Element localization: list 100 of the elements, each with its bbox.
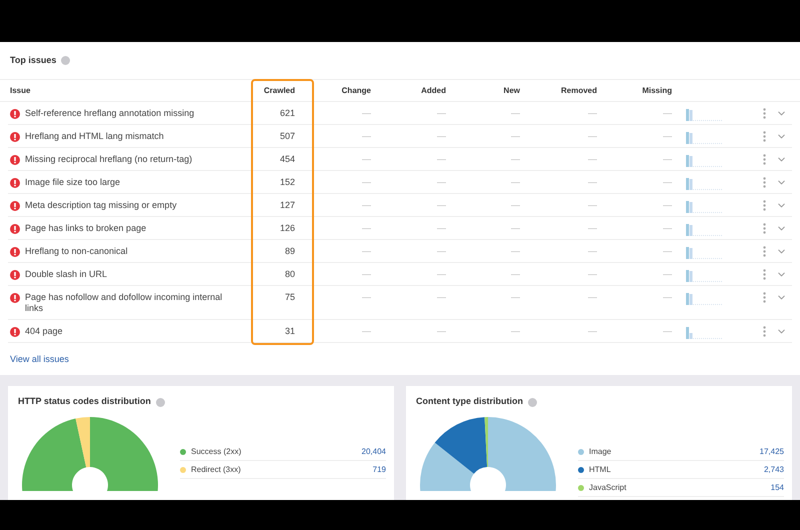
sparkline-drawing [686, 200, 723, 213]
more-options-icon[interactable] [763, 246, 766, 257]
legend-label: Image [589, 446, 612, 458]
more-options-icon[interactable] [763, 200, 766, 211]
table-cell-text: — [662, 108, 672, 119]
table-cell-text: — [587, 177, 597, 188]
issue-link[interactable]: Meta description tag missing or empty [25, 200, 230, 211]
table-cell-text: — [587, 246, 597, 257]
sparkline-drawing [686, 223, 723, 236]
sparkline-drawing [686, 108, 723, 121]
crawled-count: 75 [284, 292, 296, 303]
issue-link[interactable]: Missing reciprocal hreflang (no return-tag) [25, 154, 230, 165]
crawled-count: 127 [278, 200, 296, 211]
view-all-issues-link[interactable]: View all issues [10, 354, 69, 364]
table-cell-text: — [510, 246, 520, 257]
legend-value[interactable]: 719 [372, 464, 386, 476]
column-header[interactable]: Issue [0, 84, 251, 96]
table-cell-text: — [361, 131, 371, 142]
card-title: Content type distribution [416, 395, 523, 408]
alert-icon [10, 155, 20, 165]
table-cell-text: — [587, 131, 597, 142]
legend-label: HTML [589, 464, 612, 476]
column-header[interactable]: Crawled [251, 84, 314, 96]
crawled-count: 80 [284, 269, 296, 280]
table-cell-text: — [361, 326, 371, 337]
crawled-count: 621 [278, 108, 296, 119]
sparkline-drawing [686, 154, 723, 167]
table-cell-text: — [361, 246, 371, 257]
crawled-count: 31 [284, 326, 296, 337]
card-title: Top issues [10, 54, 56, 67]
table-cell-text: — [662, 326, 672, 337]
issue-link[interactable]: 404 page [25, 326, 230, 337]
column-header[interactable]: Missing [597, 84, 672, 96]
sparkline-drawing [686, 246, 723, 259]
table-cell-text: — [436, 108, 446, 119]
sparkline-drawing [686, 326, 723, 339]
issue-link[interactable]: Page has nofollow and dofollow incoming internal links [25, 292, 230, 314]
table-cell-text: — [436, 200, 446, 211]
table-cell-text: — [436, 292, 446, 303]
crawled-count: 89 [284, 246, 296, 257]
crawled-count: 454 [278, 154, 296, 165]
crawled-count: 126 [278, 223, 296, 234]
table-cell-text: — [510, 269, 520, 280]
issue-link[interactable]: Hreflang to non-canonical [25, 246, 230, 257]
more-options-icon[interactable] [763, 177, 766, 188]
column-header[interactable]: New [446, 84, 520, 96]
help-icon[interactable] [61, 56, 70, 65]
issue-link[interactable]: Hreflang and HTML lang mismatch [25, 131, 230, 142]
help-icon[interactable] [156, 398, 165, 406]
legend-value[interactable]: 154 [770, 482, 784, 494]
table-cell-text: — [436, 154, 446, 165]
table-cell-text: — [662, 292, 672, 303]
table-cell-text: — [510, 108, 520, 119]
legend-label: Redirect (3xx) [191, 464, 242, 476]
table-cell-text: — [510, 292, 520, 303]
column-header[interactable]: Change [314, 84, 371, 96]
table-cell-text: — [510, 177, 520, 188]
legend-value[interactable]: 2,743 [764, 464, 784, 476]
table-cell-text: — [436, 269, 446, 280]
more-options-icon[interactable] [763, 154, 766, 165]
table-cell-text: — [436, 326, 446, 337]
alert-icon [10, 270, 20, 280]
more-options-icon[interactable] [763, 108, 766, 119]
table-cell-text: — [587, 223, 597, 234]
table-cell-text: — [361, 223, 371, 234]
alert-icon [10, 132, 20, 142]
help-icon[interactable] [528, 398, 537, 406]
table-cell-text: — [436, 223, 446, 234]
legend-value[interactable]: 20,404 [362, 446, 386, 458]
more-options-icon[interactable] [763, 131, 766, 142]
column-header[interactable]: Added [371, 84, 446, 96]
table-cell-text: — [436, 246, 446, 257]
table-cell-text: — [662, 177, 672, 188]
issue-link[interactable]: Image file size too large [25, 177, 230, 188]
table-cell-text: — [587, 326, 597, 337]
legend-value[interactable]: 17,425 [760, 446, 784, 458]
issue-link[interactable]: Page has links to broken page [25, 223, 230, 234]
alert-icon [10, 293, 20, 303]
issue-link[interactable]: Double slash in URL [25, 269, 230, 280]
table-cell-text: — [587, 154, 597, 165]
table-cell-text: — [361, 154, 371, 165]
more-options-icon[interactable] [763, 223, 766, 234]
table-cell-text: — [662, 154, 672, 165]
table-cell-text: — [361, 108, 371, 119]
table-cell-text: — [510, 200, 520, 211]
more-options-icon[interactable] [763, 292, 766, 303]
issue-link[interactable]: Self-reference hreflang annotation missing [25, 108, 230, 119]
more-options-icon[interactable] [763, 269, 766, 280]
table-cell-text: — [361, 200, 371, 211]
table-cell-text: — [510, 223, 520, 234]
column-header[interactable]: Removed [520, 84, 597, 96]
sparkline-drawing [686, 269, 723, 282]
table-cell-text: — [436, 177, 446, 188]
sparkline-drawing [686, 131, 723, 144]
table-cell-text: — [587, 200, 597, 211]
table-cell-text: — [510, 131, 520, 142]
legend-label: JavaScript [589, 482, 628, 494]
more-options-icon[interactable] [763, 326, 766, 337]
crawled-count: 507 [278, 131, 296, 142]
table-cell-text: — [436, 131, 446, 142]
